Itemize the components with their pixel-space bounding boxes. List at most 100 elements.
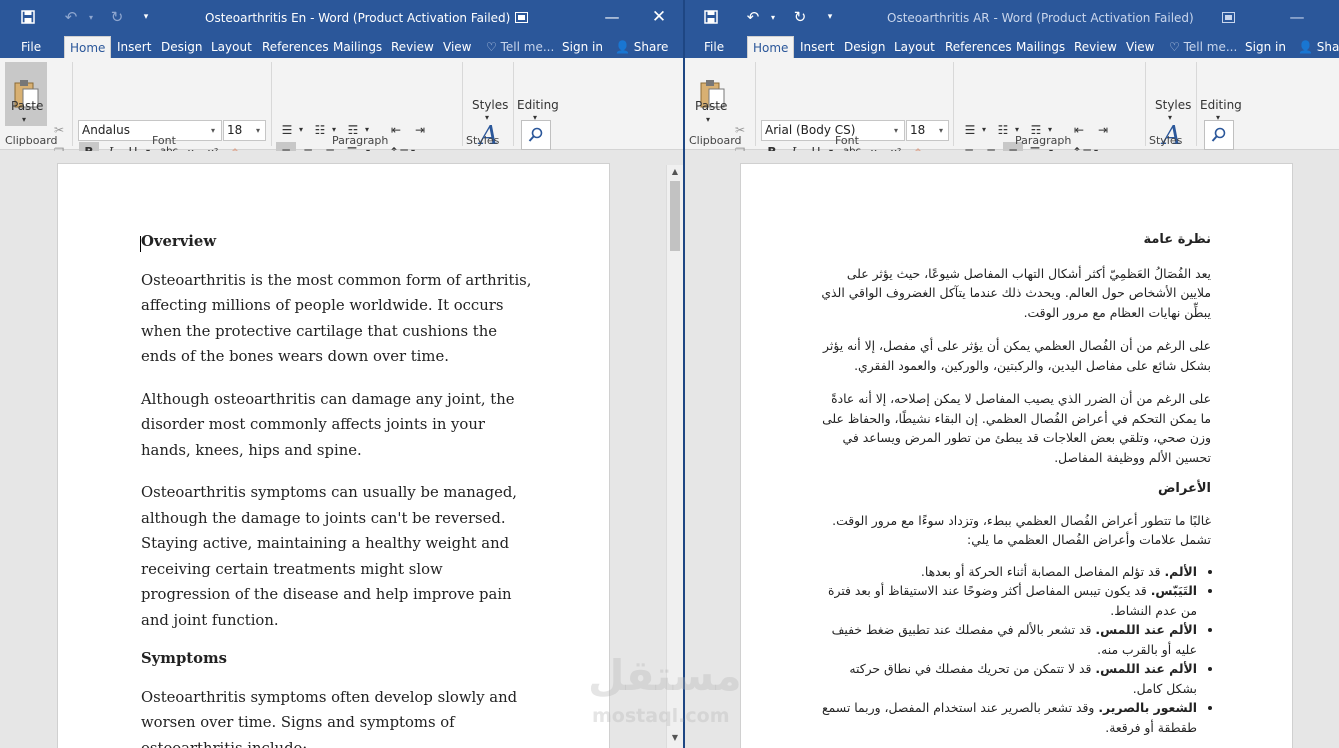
paste-label: Paste: [11, 99, 44, 113]
tab-home[interactable]: Home: [64, 36, 112, 58]
tab-file[interactable]: File: [699, 36, 729, 58]
word-window-arabic: ↶ ▾ ↻ ▾ Osteoarthritis AR - Word (Produc…: [685, 0, 1339, 748]
ribbon-tabs: File Home Insert Design Layout Reference…: [0, 36, 683, 58]
editing-dropdown-icon[interactable]: ▾: [1216, 114, 1220, 122]
font-group-label: Font: [835, 134, 859, 147]
minimize-icon[interactable]: —: [598, 4, 626, 30]
group-separator: [72, 62, 73, 146]
font-name-dropdown-icon[interactable]: ▾: [211, 126, 215, 135]
styles-label: Styles: [472, 98, 509, 112]
tab-view[interactable]: View: [438, 36, 476, 58]
editing-label[interactable]: Editing: [517, 98, 559, 112]
share-label: Share: [633, 40, 669, 54]
redo-icon[interactable]: ↻: [106, 6, 128, 28]
search-icon[interactable]: [521, 120, 551, 150]
tell-me-search[interactable]: ♡ Tell me...: [481, 36, 559, 58]
paragraph-3: على الرغم من أن الضرر الذي يصيب المفاصل …: [822, 391, 1211, 465]
tab-home[interactable]: Home: [747, 36, 795, 58]
save-icon[interactable]: [700, 6, 722, 28]
styles-dropdown-icon[interactable]: ▾: [485, 114, 489, 122]
sign-in-link[interactable]: Sign in: [557, 36, 608, 58]
bullets-icon[interactable]: ☰: [960, 120, 980, 140]
increase-indent-icon[interactable]: ⇥: [410, 120, 430, 140]
tab-references[interactable]: References: [257, 36, 334, 58]
person-icon: 👤: [1298, 40, 1313, 54]
page-arabic[interactable]: نظرة عامة يعد الفُصَالُ العَظمِيّ أكثر أ…: [740, 163, 1293, 748]
sign-in-link[interactable]: Sign in: [1240, 36, 1291, 58]
redo-icon[interactable]: ↻: [789, 6, 811, 28]
tab-review[interactable]: Review: [1069, 36, 1122, 58]
scroll-up-icon[interactable]: ▲: [667, 165, 683, 179]
font-size-dropdown-icon[interactable]: ▾: [256, 126, 260, 135]
tab-layout[interactable]: Layout: [206, 36, 257, 58]
document-area: Overview Osteoarthritis is the most comm…: [0, 151, 683, 748]
tab-insert[interactable]: Insert: [112, 36, 156, 58]
paste-dropdown-icon[interactable]: ▾: [706, 116, 710, 124]
list-item: الشعور بالصرير. وقد تشعر بالصرير عند است…: [819, 698, 1197, 737]
font-size-dropdown-icon[interactable]: ▾: [939, 126, 943, 135]
symptoms-list: الألم. قد تؤلم المفاصل المصابة أثناء الح…: [819, 562, 1211, 738]
numbering-icon[interactable]: ☷: [993, 120, 1013, 140]
decrease-indent-icon[interactable]: ⇤: [1069, 120, 1089, 140]
undo-dropdown-icon[interactable]: ▾: [762, 6, 784, 28]
font-name-box[interactable]: Andalus: [78, 120, 222, 141]
title-bar: ↶ ▾ ↻ ▾ Osteoarthritis En - Word (Produc…: [0, 0, 683, 36]
decrease-indent-icon[interactable]: ⇤: [386, 120, 406, 140]
bullets-icon[interactable]: ☰: [277, 120, 297, 140]
tab-mailings[interactable]: Mailings: [328, 36, 387, 58]
paragraph-group-label: Paragraph: [1015, 134, 1072, 147]
tab-mailings[interactable]: Mailings: [1011, 36, 1070, 58]
tab-review[interactable]: Review: [386, 36, 439, 58]
customize-qat-icon[interactable]: ▾: [819, 6, 841, 28]
paste-button[interactable]: [691, 62, 733, 126]
tab-file[interactable]: File: [16, 36, 46, 58]
font-name-box[interactable]: Arial (Body CS): [761, 120, 905, 141]
tab-view[interactable]: View: [1121, 36, 1159, 58]
styles-dropdown-icon[interactable]: ▾: [1168, 114, 1172, 122]
customize-qat-icon[interactable]: ▾: [135, 6, 157, 28]
undo-icon[interactable]: ↶: [60, 6, 82, 28]
editing-dropdown-icon[interactable]: ▾: [533, 114, 537, 122]
tab-layout[interactable]: Layout: [889, 36, 940, 58]
window-title: Osteoarthritis AR - Word (Product Activa…: [887, 11, 1194, 25]
close-icon[interactable]: ✕: [645, 4, 673, 30]
list-item-term: الألم.: [1164, 563, 1197, 579]
restore-icon[interactable]: [507, 4, 535, 30]
undo-icon[interactable]: ↶: [742, 6, 764, 28]
group-separator: [271, 62, 272, 146]
tab-insert[interactable]: Insert: [795, 36, 839, 58]
list-item: الألم عند اللمس. قد تشعر بالألم في مفصلك…: [819, 620, 1197, 659]
styles-group-label: Styles: [466, 134, 500, 147]
window-title: Osteoarthritis En - Word (Product Activa…: [205, 11, 511, 25]
tab-design[interactable]: Design: [156, 36, 207, 58]
editing-label[interactable]: Editing: [1200, 98, 1242, 112]
paste-dropdown-icon[interactable]: ▾: [22, 116, 26, 124]
bullets-dropdown-icon[interactable]: ▾: [980, 120, 988, 140]
font-name-dropdown-icon[interactable]: ▾: [894, 126, 898, 135]
document-body[interactable]: نظرة عامة يعد الفُصَالُ العَظمِيّ أكثر أ…: [819, 230, 1211, 737]
tab-references[interactable]: References: [940, 36, 1017, 58]
numbering-icon[interactable]: ☷: [310, 120, 330, 140]
tell-me-search[interactable]: ♡ Tell me...: [1164, 36, 1242, 58]
save-icon[interactable]: [17, 6, 39, 28]
search-icon[interactable]: [1204, 120, 1234, 150]
undo-dropdown-icon[interactable]: ▾: [80, 6, 102, 28]
group-separator: [755, 62, 756, 146]
restore-icon[interactable]: [1214, 4, 1242, 30]
share-button[interactable]: 👤 Share: [610, 36, 673, 58]
bullets-dropdown-icon[interactable]: ▾: [297, 120, 305, 140]
list-item: الألم. قد تؤلم المفاصل المصابة أثناء الح…: [819, 562, 1197, 582]
scrollbar-thumb[interactable]: [670, 181, 680, 251]
clipboard-group-label: Clipboard: [689, 134, 742, 147]
watermark-logo: مستقل: [588, 651, 742, 700]
document-body[interactable]: Overview Osteoarthritis is the most comm…: [141, 229, 536, 748]
paragraph-1: Osteoarthritis is the most common form o…: [141, 271, 532, 366]
minimize-icon[interactable]: —: [1283, 4, 1311, 30]
increase-indent-icon[interactable]: ⇥: [1093, 120, 1113, 140]
scroll-down-icon[interactable]: ▼: [667, 731, 683, 745]
page-english[interactable]: Overview Osteoarthritis is the most comm…: [57, 163, 610, 748]
tab-design[interactable]: Design: [839, 36, 890, 58]
share-button[interactable]: 👤 Shar: [1293, 36, 1339, 58]
document-area: نظرة عامة يعد الفُصَالُ العَظمِيّ أكثر أ…: [685, 151, 1339, 748]
title-bar: ↶ ▾ ↻ ▾ Osteoarthritis AR - Word (Produc…: [685, 0, 1339, 36]
